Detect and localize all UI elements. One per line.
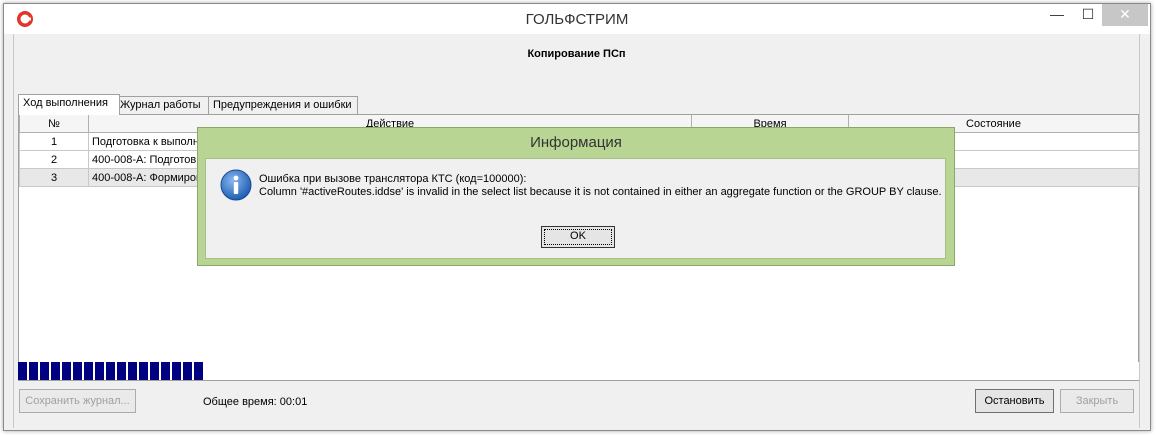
- ok-focus-rect: [544, 229, 612, 245]
- progress-segment: [51, 362, 60, 380]
- cell-number: 2: [19, 150, 89, 169]
- error-message-line1: Ошибка при вызове транслятора КТС (код=1…: [259, 173, 527, 185]
- minimize-button[interactable]: —: [1040, 4, 1074, 26]
- info-icon: [220, 169, 252, 201]
- tab-work-log[interactable]: Журнал работы: [115, 96, 211, 114]
- info-dialog: Информация Ошибка при вызове транслятора…: [197, 127, 955, 266]
- progress-segment: [117, 362, 126, 380]
- progress-segment: [194, 362, 203, 380]
- cell-number: 3: [19, 168, 89, 187]
- error-message-line2: Column '#activeRoutes.iddse' is invalid …: [259, 186, 942, 198]
- dialog-title: Информация: [530, 134, 622, 151]
- ok-button[interactable]: OK: [541, 226, 615, 248]
- tab-warnings-errors[interactable]: Предупреждения и ошибки: [208, 96, 358, 114]
- maximize-button[interactable]: ☐: [1074, 4, 1102, 26]
- tab-progress[interactable]: Ход выполнения: [18, 94, 120, 115]
- progress-segment: [95, 362, 104, 380]
- close-window-button[interactable]: ✕: [1102, 4, 1148, 26]
- stop-button[interactable]: Остановить: [975, 389, 1054, 413]
- close-button[interactable]: Закрыть: [1060, 389, 1134, 413]
- progress-segment: [128, 362, 137, 380]
- progress-segment: [18, 362, 27, 380]
- progress-segment: [161, 362, 170, 380]
- progress-bar: [18, 362, 1139, 380]
- progress-segment: [29, 362, 38, 380]
- column-header-number[interactable]: №: [19, 115, 89, 133]
- total-time-label: Общее время: 00:01: [203, 396, 308, 408]
- progress-segment: [139, 362, 148, 380]
- title-bar: ГОЛЬФСТРИМ — ☐ ✕: [4, 4, 1150, 34]
- operation-title: Копирование ПСп: [527, 48, 626, 60]
- progress-segment: [62, 362, 71, 380]
- progress-segment: [106, 362, 115, 380]
- progress-segment: [73, 362, 82, 380]
- progress-segment: [84, 362, 93, 380]
- dialog-body: Ошибка при вызове транслятора КТС (код=1…: [205, 158, 946, 259]
- progress-segment: [183, 362, 192, 380]
- window-title: ГОЛЬФСТРИМ: [525, 11, 629, 28]
- save-log-button[interactable]: Сохранить журнал...: [19, 389, 136, 413]
- progress-segment: [40, 362, 49, 380]
- progress-segment: [150, 362, 159, 380]
- progress-segment: [172, 362, 181, 380]
- cell-number: 1: [19, 132, 89, 151]
